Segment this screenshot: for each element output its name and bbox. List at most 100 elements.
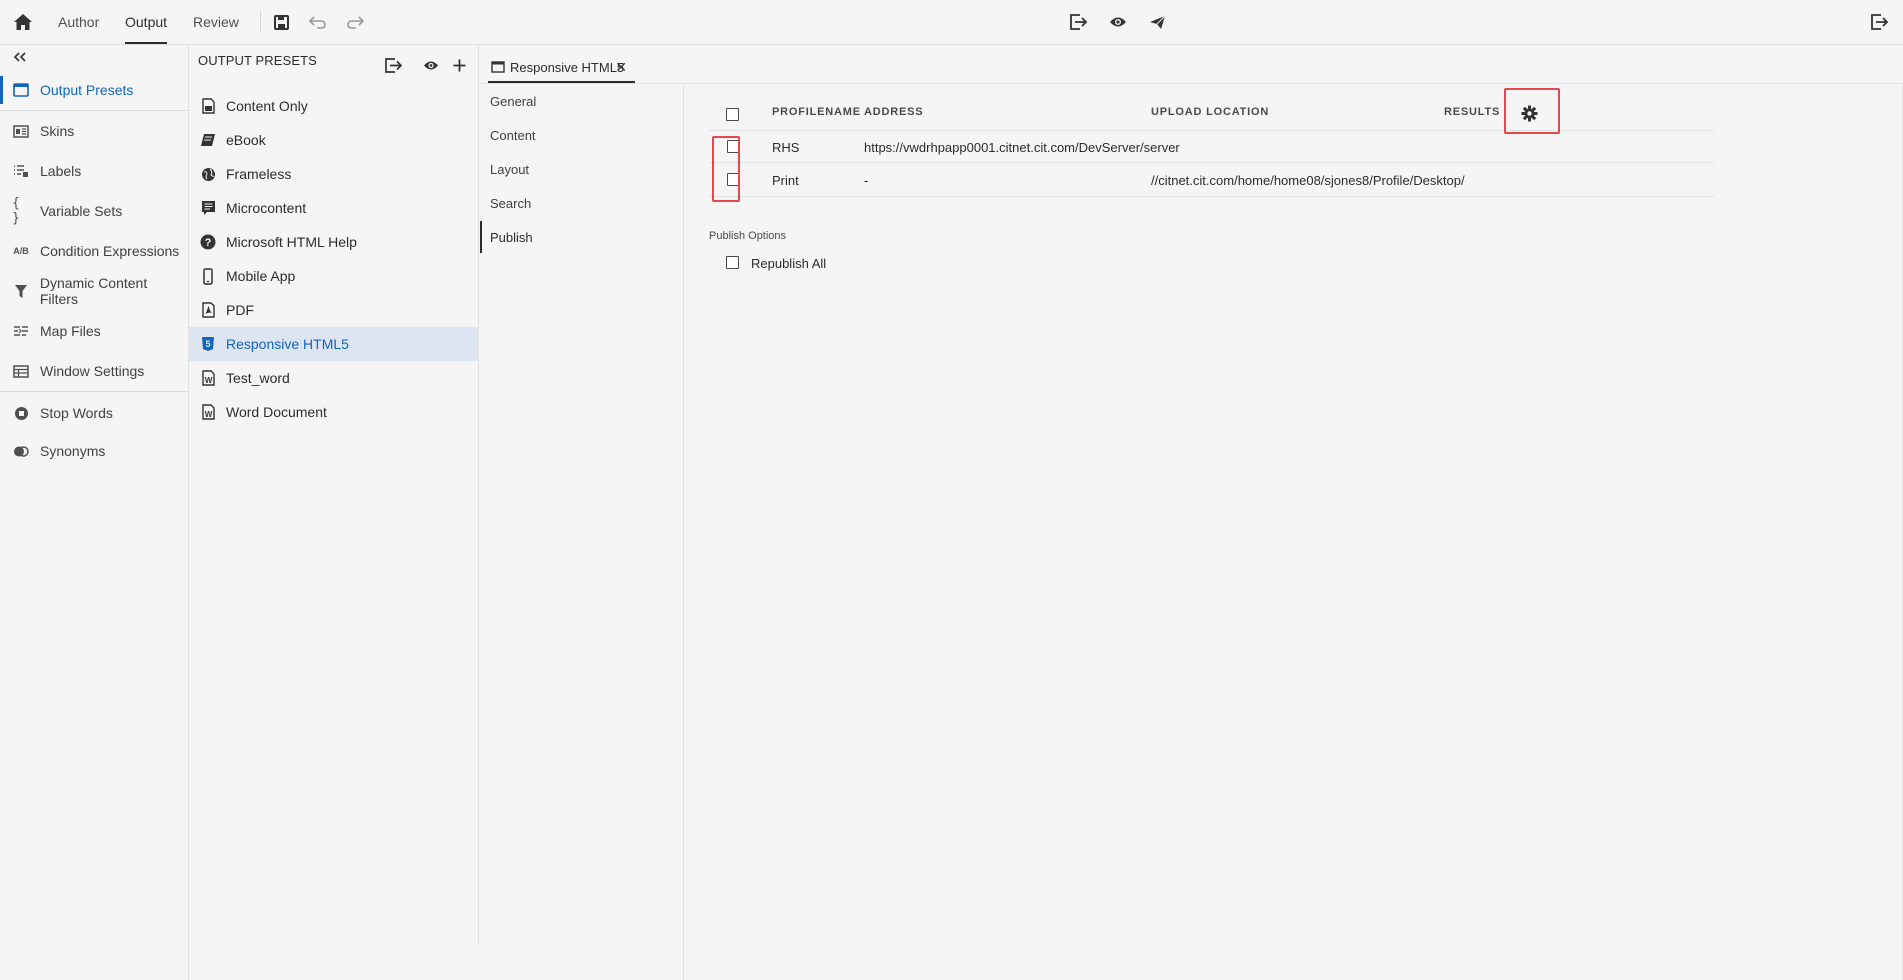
rail-divider — [0, 110, 188, 111]
preset-item-word-document[interactable]: W Word Document — [189, 395, 478, 429]
undo-icon[interactable] — [308, 12, 328, 32]
category-general[interactable]: General — [480, 84, 683, 118]
rail-item-condition-expressions[interactable]: A/B Condition Expressions — [0, 233, 188, 269]
publish-settings: PROFILENAME ADDRESS UPLOAD LOCATION RESU… — [684, 84, 1903, 980]
window-settings-icon — [12, 362, 30, 380]
preset-item-label: Frameless — [226, 166, 292, 182]
preset-item-label: Responsive HTML5 — [226, 336, 349, 352]
preset-item-responsive-html5[interactable]: 5 Responsive HTML5 — [189, 327, 478, 361]
category-search[interactable]: Search — [480, 186, 683, 220]
preview-icon[interactable] — [1108, 12, 1128, 32]
rail-item-window-settings[interactable]: Window Settings — [0, 353, 188, 389]
rail-item-skins[interactable]: Skins — [0, 113, 188, 149]
tab-review[interactable]: Review — [193, 0, 239, 44]
rail-item-label: Output Presets — [40, 82, 134, 98]
table-row[interactable]: Print - //citnet.cit.com/home/home08/sjo… — [709, 164, 1714, 197]
rail-item-map-files[interactable]: Map Files — [0, 313, 188, 349]
table-row[interactable]: RHS https://vwdrhpapp0001.citnet.cit.com… — [709, 130, 1714, 163]
tab-output[interactable]: Output — [125, 0, 168, 44]
preset-item-label: Microsoft HTML Help — [226, 234, 357, 250]
column-header-address: ADDRESS — [864, 106, 924, 118]
rail-item-synonyms[interactable]: Synonyms — [0, 433, 188, 469]
close-icon[interactable]: ✕ — [615, 59, 627, 76]
add-preset-icon[interactable] — [449, 55, 469, 75]
rail-item-label: Condition Expressions — [40, 243, 180, 259]
publish-options-label: Publish Options — [709, 230, 787, 242]
exit-icon[interactable] — [1870, 12, 1890, 32]
preset-item-mobile-app[interactable]: Mobile App — [189, 259, 478, 293]
preset-item-microcontent[interactable]: Microcontent — [189, 191, 478, 225]
output-presets-panel: OUTPUT PRESETS Content Only eBook Framel… — [189, 45, 479, 945]
gear-icon[interactable] — [1519, 103, 1539, 123]
preset-item-pdf[interactable]: PDF — [189, 293, 478, 327]
redo-icon[interactable] — [345, 12, 365, 32]
skins-icon — [12, 122, 30, 140]
word-icon: W — [200, 403, 216, 421]
svg-text:?: ? — [205, 237, 212, 249]
preset-item-label: PDF — [226, 302, 254, 318]
rail-item-labels[interactable]: Labels — [0, 153, 188, 189]
stop-words-icon — [12, 404, 30, 422]
rail-item-label: Stop Words — [40, 405, 113, 421]
panel-title: OUTPUT PRESETS — [198, 53, 317, 68]
column-header-results: RESULTS — [1444, 106, 1501, 118]
svg-text:W: W — [204, 376, 212, 385]
rail-item-dynamic-content-filters[interactable]: Dynamic Content Filters — [0, 273, 188, 309]
filter-icon — [12, 282, 30, 300]
document-tab[interactable]: Responsive HTML5 ✕ — [488, 53, 635, 83]
republish-all-label: Republish All — [751, 256, 827, 271]
export-icon[interactable] — [1069, 12, 1089, 32]
category-layout[interactable]: Layout — [480, 152, 683, 186]
publish-icon[interactable] — [1147, 12, 1167, 32]
preset-item-microsoft-html-help[interactable]: ? Microsoft HTML Help — [189, 225, 478, 259]
preset-item-ebook[interactable]: eBook — [189, 123, 478, 157]
category-publish[interactable]: Publish — [480, 220, 683, 254]
row-checkbox[interactable] — [727, 173, 740, 186]
profile-name: Print — [772, 173, 799, 188]
select-all-checkbox[interactable] — [726, 108, 739, 121]
rail-item-label: Window Settings — [40, 363, 145, 379]
rail-item-variable-sets[interactable]: { } Variable Sets — [0, 193, 188, 229]
preset-item-content-only[interactable]: Content Only — [189, 89, 478, 123]
category-content[interactable]: Content — [480, 118, 683, 152]
generate-output-icon[interactable] — [384, 55, 404, 75]
mobile-icon — [200, 267, 216, 285]
home-icon[interactable] — [12, 11, 34, 33]
preset-item-label: Word Document — [226, 404, 327, 420]
column-header-profilename: PROFILENAME — [772, 106, 861, 118]
column-header-upload-location: UPLOAD LOCATION — [1151, 106, 1270, 118]
republish-all-checkbox[interactable] — [726, 256, 739, 269]
microcontent-icon — [200, 199, 216, 217]
preset-item-label: Mobile App — [226, 268, 296, 284]
window-icon — [491, 61, 505, 73]
preset-item-frameless[interactable]: Frameless — [189, 157, 478, 191]
row-checkbox[interactable] — [727, 140, 740, 153]
svg-text:W: W — [204, 410, 212, 419]
rail-divider — [0, 391, 188, 392]
rail-item-label: Variable Sets — [40, 203, 123, 219]
globe-icon — [200, 165, 216, 183]
preset-item-label: Microcontent — [226, 200, 307, 216]
tab-author[interactable]: Author — [58, 0, 99, 44]
save-icon[interactable] — [271, 12, 291, 32]
help-icon: ? — [200, 233, 216, 251]
preset-item-label: Test_word — [226, 370, 290, 386]
preset-item-test-word[interactable]: W Test_word — [189, 361, 478, 395]
rail-item-label: Dynamic Content Filters — [39, 275, 148, 307]
preset-item-label: Content Only — [226, 98, 308, 114]
word-icon: W — [200, 369, 216, 387]
address: https://vwdrhpapp0001.citnet.cit.com/Dev… — [864, 140, 1180, 155]
labels-icon — [12, 162, 30, 180]
rail-item-output-presets[interactable]: Output Presets — [0, 72, 188, 108]
top-toolbar: Author Output Review — [0, 0, 1903, 45]
double-chevron-left-icon[interactable] — [12, 49, 28, 65]
rail-item-stop-words[interactable]: Stop Words — [0, 395, 188, 431]
category-nav: General Content Layout Search Publish — [480, 84, 684, 980]
synonyms-icon — [12, 442, 30, 460]
content-only-icon — [200, 97, 216, 115]
preview-icon[interactable] — [421, 55, 441, 75]
svg-text:5: 5 — [205, 339, 210, 349]
address: - — [864, 173, 869, 188]
variable-sets-icon: { } — [12, 196, 20, 226]
upload-location: //citnet.cit.com/home/home08/sjones8/Pro… — [1151, 173, 1465, 188]
